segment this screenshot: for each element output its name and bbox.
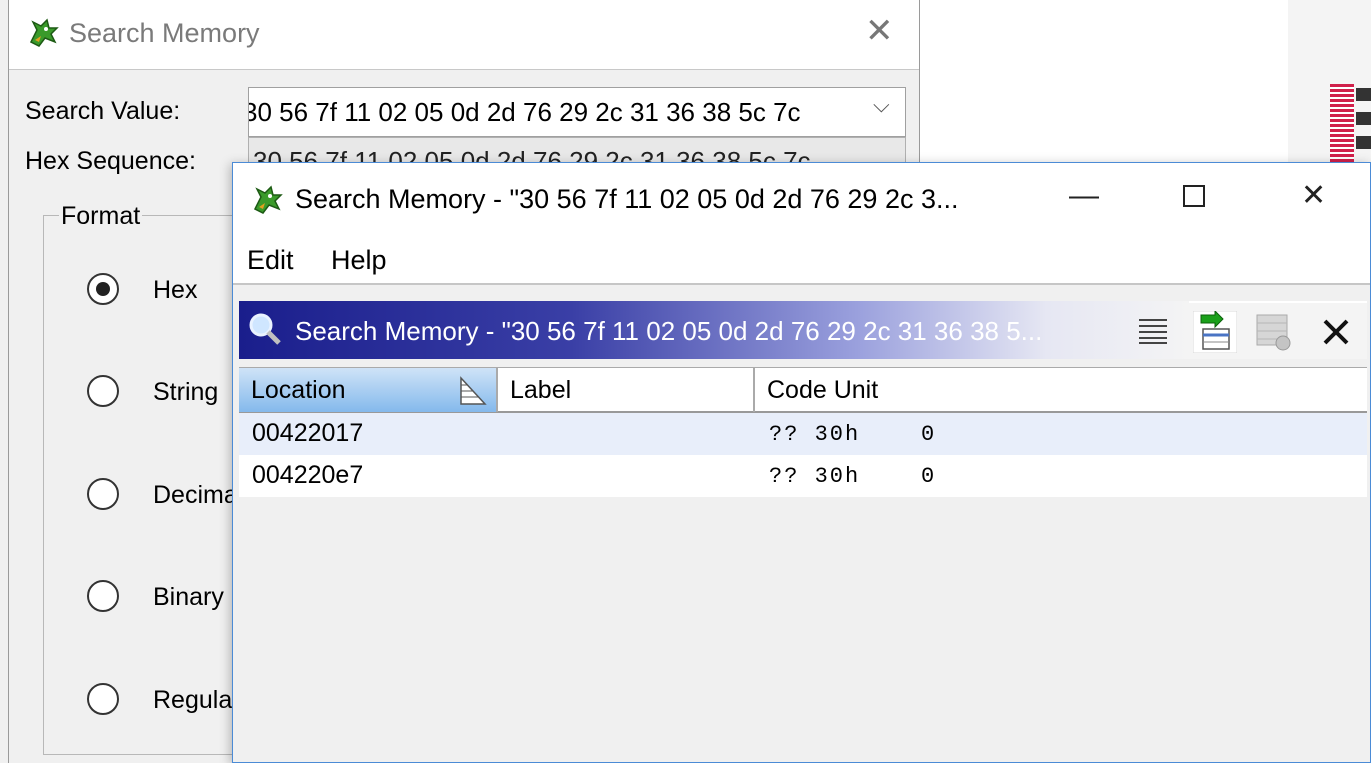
cell-location: 004220e7 [252,461,364,489]
background-red-bars [1330,84,1354,164]
panel-toolbar [1189,301,1367,359]
menu-bar: Edit Help [233,235,1370,285]
panel-title: Search Memory - "30 56 7f 11 02 05 0d 2d… [295,316,1043,346]
radio-string-label: String [153,378,219,406]
list-lines-icon[interactable] [1137,317,1169,345]
window-title: Search Memory - "30 56 7f 11 02 05 0d 2d… [295,184,959,214]
dialog-title: Search Memory [69,18,260,48]
background-block [1356,136,1371,149]
window-titlebar: Search Memory - "30 56 7f 11 02 05 0d 2d… [233,163,1370,235]
radio-regex-label: Regula [153,686,233,714]
close-icon[interactable]: ✕ [1301,181,1326,211]
table-row[interactable]: 00422017 ?? 30h 0 [239,413,1367,455]
radio-decimal-label: Decima [153,481,238,509]
column-header-label[interactable]: Label [498,368,755,412]
radio-decimal[interactable] [87,478,119,510]
dragon-app-icon [253,185,283,214]
menu-edit[interactable]: Edit [247,245,294,276]
dialog-titlebar: Search Memory ✕ [9,0,919,70]
background-block [1356,88,1371,101]
maximize-icon[interactable] [1183,183,1205,213]
table-row[interactable]: 004220e7 ?? 30h 0 [239,455,1367,497]
search-value-text: 30 56 7f 11 02 05 0d 2d 76 29 2c 31 36 3… [248,97,801,127]
radio-binary-label: Binary [153,583,224,611]
radio-hex-label: Hex [153,276,198,304]
cell-code-unit: ?? 30h 0 [769,464,937,489]
table-disabled-icon [1256,314,1291,351]
radio-string[interactable] [87,375,119,407]
navigate-table-icon[interactable] [1193,311,1237,353]
column-header-location[interactable]: Location [239,368,498,412]
radio-hex[interactable] [87,273,119,305]
results-panel-header: Search Memory - "30 56 7f 11 02 05 0d 2d… [239,301,1189,359]
chevron-down-icon[interactable]: ⌵ [873,92,890,118]
search-value-label: Search Value: [25,97,181,125]
close-icon[interactable]: ✕ [865,14,894,48]
results-table: Location Label Code Unit 00422017 ?? 30h… [239,367,1367,762]
radio-binary[interactable] [87,580,119,612]
close-x-icon[interactable] [1321,317,1351,347]
table-header: Location Label Code Unit [239,367,1367,413]
column-header-code-unit-label: Code Unit [767,376,879,404]
search-value-combobox[interactable]: 30 56 7f 11 02 05 0d 2d 76 29 2c 31 36 3… [248,87,906,137]
background-block [1356,112,1371,125]
radio-regex[interactable] [87,683,119,715]
hex-sequence-label: Hex Sequence: [25,147,196,175]
search-results-window: Search Memory - "30 56 7f 11 02 05 0d 2d… [232,162,1371,763]
dragon-app-icon [29,18,59,47]
magnifier-icon [249,313,281,345]
cell-code-unit: ?? 30h 0 [769,422,937,447]
minimize-icon[interactable]: — [1069,181,1099,211]
column-header-code-unit[interactable]: Code Unit [755,368,1367,412]
sort-icon [460,376,487,405]
format-group-title: Format [59,202,143,231]
column-header-label-label: Label [510,376,572,404]
column-header-location-label: Location [251,376,346,404]
cell-location: 00422017 [252,419,364,447]
menu-help[interactable]: Help [331,245,387,276]
